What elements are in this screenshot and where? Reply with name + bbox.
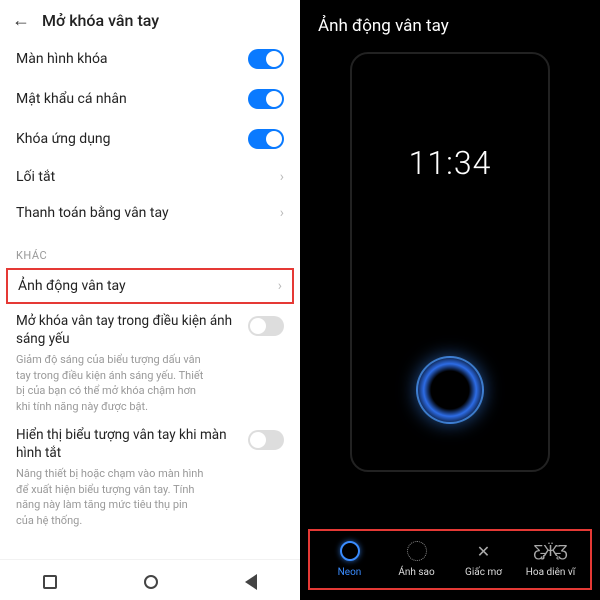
toggle-app-lock[interactable] <box>248 129 284 149</box>
row-label: Mật khẩu cá nhân <box>16 91 127 107</box>
chevron-right-icon: › <box>280 169 284 185</box>
effect-neon[interactable]: Neon <box>316 539 383 578</box>
clock-text: 11:34 <box>409 144 492 182</box>
nav-recents-icon[interactable] <box>43 575 57 589</box>
phone-frame: 11:34 <box>350 52 550 472</box>
row-label: Ảnh động vân tay <box>18 278 126 294</box>
butterfly-icon: Ƹ̵̡Ӝ̵̨̄Ʒ <box>539 539 563 563</box>
fingerprint-ring-icon <box>416 356 484 424</box>
effect-label: Hoa diên vĩ <box>526 567 575 578</box>
row-shortcut[interactable]: Lối tắt › <box>0 159 300 195</box>
block-desc: Giảm độ sáng của biểu tượng dấu vân tay … <box>16 352 248 414</box>
android-navbar <box>0 559 300 600</box>
block-title: Hiển thị biểu tượng vân tay khi màn hình… <box>16 426 248 462</box>
block-desc: Nâng thiết bị hoặc chạm vào màn hình để … <box>16 466 248 528</box>
effect-label: Ánh sao <box>398 567 434 578</box>
toggle-show-icon[interactable] <box>248 430 284 450</box>
chevron-right-icon: › <box>280 205 284 221</box>
block-title: Mở khóa vân tay trong điều kiện ánh sáng… <box>16 312 248 348</box>
effect-label: Neon <box>338 567 362 578</box>
header: Ảnh động vân tay <box>300 0 600 42</box>
row-lock-screen[interactable]: Màn hình khóa <box>0 39 300 79</box>
header: ← Mở khóa vân tay <box>0 0 300 39</box>
row-label: Lối tắt <box>16 169 55 185</box>
nav-home-icon[interactable] <box>144 575 158 589</box>
chevron-right-icon: › <box>278 278 282 294</box>
row-personal-password[interactable]: Mật khẩu cá nhân <box>0 79 300 119</box>
block-low-light: Mở khóa vân tay trong điều kiện ánh sáng… <box>0 304 300 418</box>
starlight-icon <box>405 539 429 563</box>
phone-preview: 11:34 <box>300 42 600 521</box>
toggle-personal-password[interactable] <box>248 89 284 109</box>
row-label: Màn hình khóa <box>16 51 108 67</box>
section-label-other: KHÁC <box>0 231 300 268</box>
page-title: Mở khóa vân tay <box>42 11 159 30</box>
effect-iris[interactable]: Ƹ̵̡Ӝ̵̨̄Ʒ Hoa diên vĩ <box>517 539 584 578</box>
dream-icon: ✕ <box>472 539 496 563</box>
row-fingerprint-animation[interactable]: Ảnh động vân tay › <box>6 268 294 304</box>
toggle-lock-screen[interactable] <box>248 49 284 69</box>
effect-starlight[interactable]: Ánh sao <box>383 539 450 578</box>
animation-panel: Ảnh động vân tay 11:34 Neon Ánh sao ✕ Gi… <box>300 0 600 600</box>
row-label: Khóa ứng dụng <box>16 131 111 147</box>
toggle-low-light[interactable] <box>248 316 284 336</box>
neon-icon <box>338 539 362 563</box>
block-show-icon: Hiển thị biểu tượng vân tay khi màn hình… <box>0 418 300 532</box>
effect-dream[interactable]: ✕ Giấc mơ <box>450 539 517 578</box>
row-label: Thanh toán bằng vân tay <box>16 205 169 221</box>
row-fingerprint-payment[interactable]: Thanh toán bằng vân tay › <box>0 195 300 231</box>
settings-panel: ← Mở khóa vân tay Màn hình khóa Mật khẩu… <box>0 0 300 600</box>
effect-bar: Neon Ánh sao ✕ Giấc mơ Ƹ̵̡Ӝ̵̨̄Ʒ Hoa diên… <box>308 529 592 590</box>
nav-back-icon[interactable] <box>245 574 257 590</box>
effect-label: Giấc mơ <box>465 567 502 578</box>
back-icon[interactable]: ← <box>12 10 30 31</box>
row-app-lock[interactable]: Khóa ứng dụng <box>0 119 300 159</box>
page-title: Ảnh động vân tay <box>318 16 582 36</box>
